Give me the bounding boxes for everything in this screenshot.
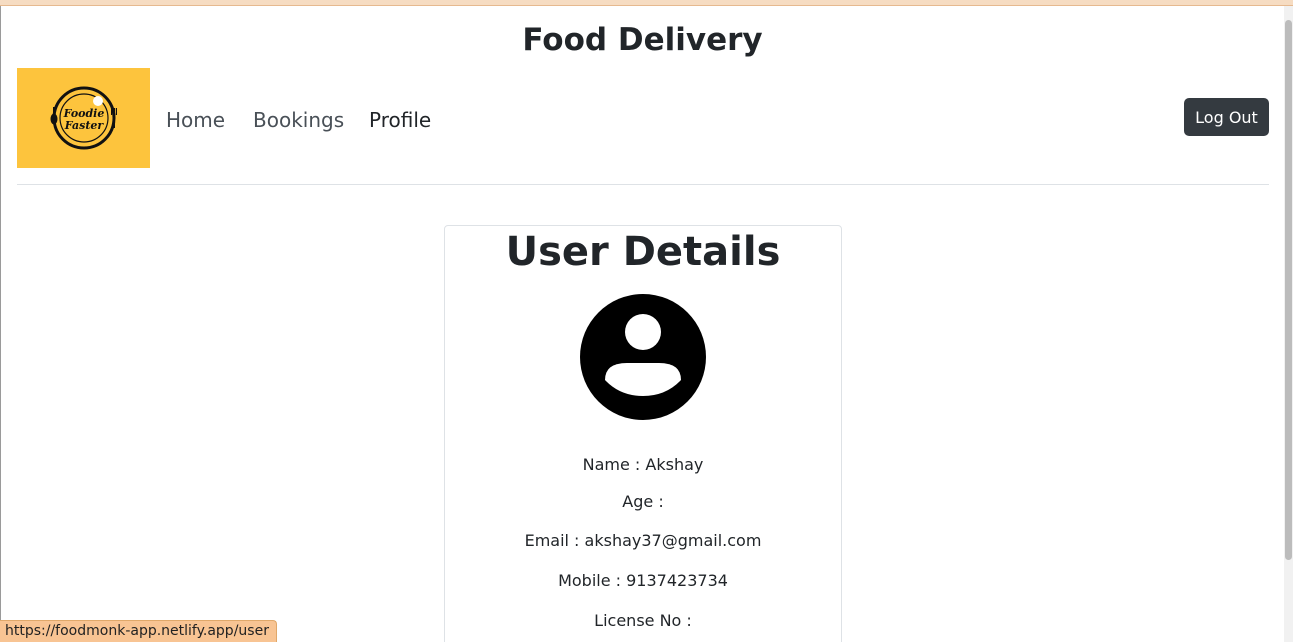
field-email: Email : akshay37@gmail.com xyxy=(524,531,762,550)
field-name: Name : Akshay xyxy=(582,455,704,474)
card-title: User Details xyxy=(505,229,781,275)
user-circle-icon xyxy=(580,294,706,420)
user-details-card: User Details Name : Akshay Age : Email :… xyxy=(444,225,842,642)
field-license: License No : xyxy=(594,611,692,630)
nav-profile[interactable]: Profile xyxy=(369,108,431,132)
logout-button[interactable]: Log Out xyxy=(1184,98,1269,136)
field-mobile: Mobile : 9137423734 xyxy=(558,571,728,590)
header-divider xyxy=(17,184,1269,185)
field-age: Age : xyxy=(622,492,664,511)
site-title: Food Delivery xyxy=(522,22,763,58)
nav-bookings[interactable]: Bookings xyxy=(253,108,344,132)
page-scrollbar[interactable] xyxy=(1284,6,1293,642)
window-left-edge xyxy=(0,6,1,642)
nav-home[interactable]: Home xyxy=(166,108,225,132)
browser-top-strip xyxy=(0,0,1293,6)
logo-text-line2: Faster xyxy=(64,119,105,132)
scrollbar-thumb[interactable] xyxy=(1285,20,1292,560)
logo-emblem-icon: Foodie Faster xyxy=(50,86,117,150)
brand-logo[interactable]: Foodie Faster xyxy=(17,68,150,168)
link-status-bar: https://foodmonk-app.netlify.app/user xyxy=(0,620,277,642)
